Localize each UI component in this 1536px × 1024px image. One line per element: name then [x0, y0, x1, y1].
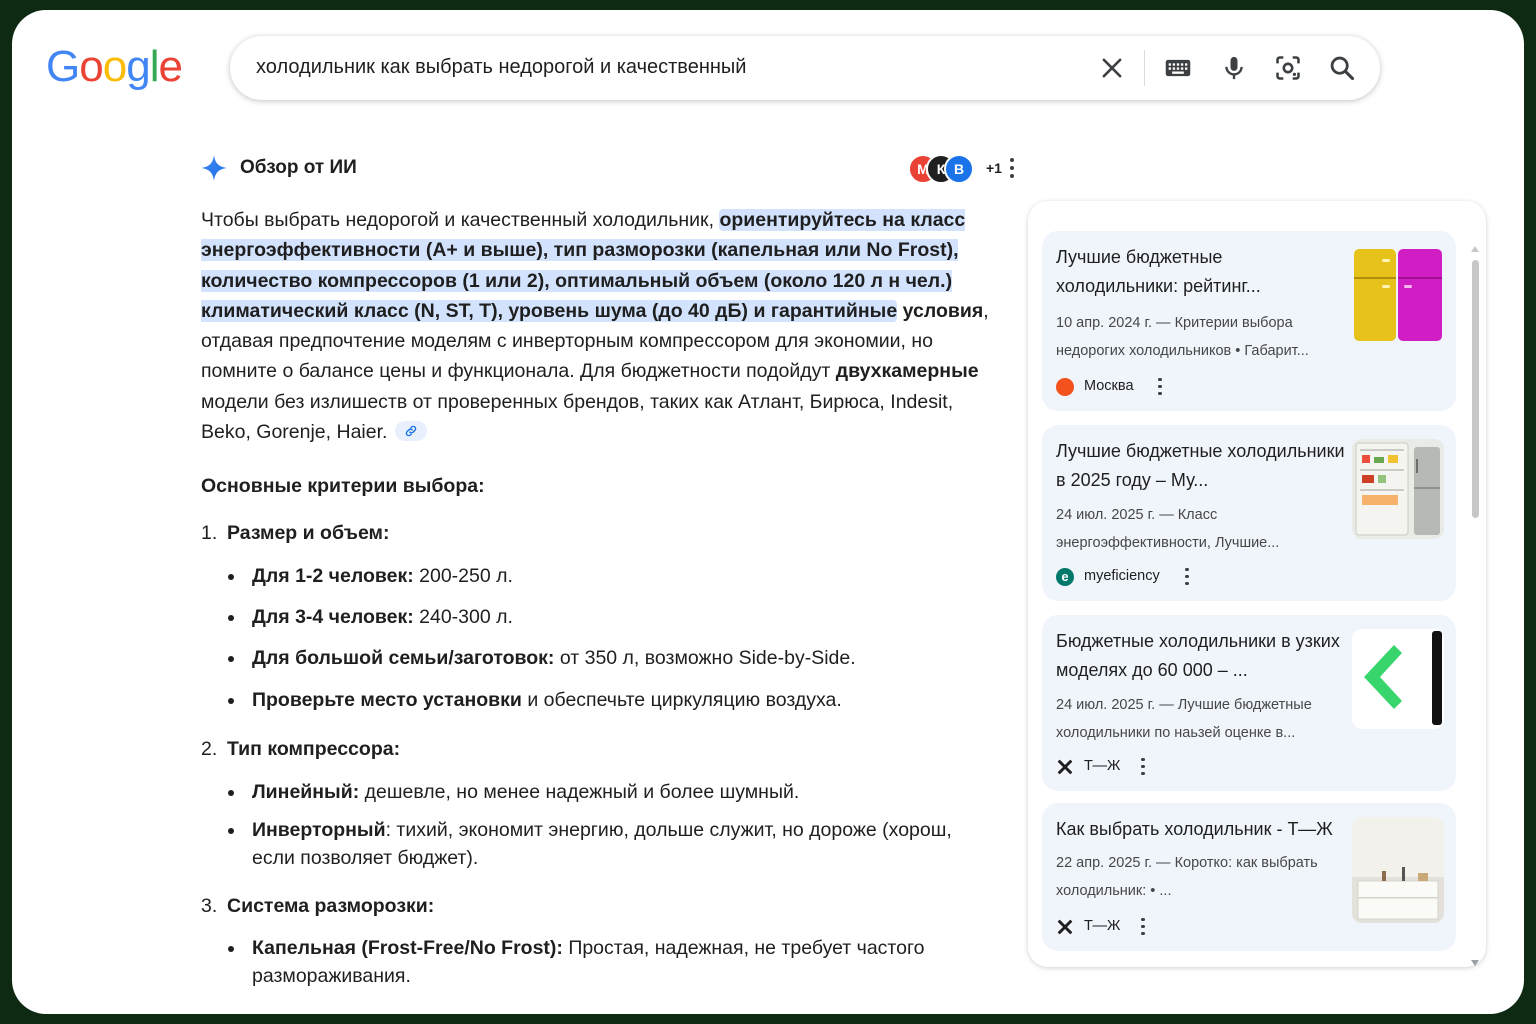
more-options-icon[interactable]	[1157, 376, 1163, 396]
source-card[interactable]: Лучшие бюджетные холодильники в 2025 год…	[1042, 425, 1456, 601]
scroll-down-arrow[interactable]	[1471, 960, 1479, 966]
more-options-icon[interactable]	[1008, 156, 1016, 180]
ai-overview-title: Обзор от ИИ	[240, 157, 357, 178]
search-icon[interactable]	[1328, 54, 1356, 82]
list-item: Для 3-4 человек: 240-300 л.	[228, 603, 972, 631]
source-card-source[interactable]: e myeficiency	[1056, 567, 1256, 587]
source-name: Т—Ж	[1084, 758, 1121, 774]
more-options-icon[interactable]	[1140, 916, 1146, 936]
source-avatar[interactable]: В	[944, 154, 974, 184]
sources-panel: Лучшие бюджетные холодильники: рейтинг..…	[1028, 201, 1486, 967]
source-card[interactable]: Как выбрать холодильник - Т—Ж 22 апр. 20…	[1042, 803, 1456, 951]
source-name: myeficiency	[1084, 568, 1160, 584]
criteria-section: 2. Тип компрессора:	[201, 738, 401, 760]
logo-letter: o	[79, 42, 104, 91]
source-card-source[interactable]: Т—Ж	[1056, 917, 1256, 937]
source-card-snippet: 10 апр. 2024 г. — Критерии выбора недоро…	[1056, 315, 1309, 359]
source-card-source[interactable]: Т—Ж	[1056, 757, 1256, 777]
source-card-title[interactable]: Лучшие бюджетные холодильники: рейтинг..…	[1056, 243, 1346, 301]
thumbnail-image[interactable]	[1352, 629, 1444, 729]
mic-icon[interactable]	[1220, 54, 1248, 82]
more-sources-count[interactable]: +1	[986, 160, 1002, 176]
summary-text: Чтобы выбрать недорогой и качественный х…	[201, 209, 720, 231]
list-item: Для большой семьи/заготовок: от 350 л, в…	[228, 644, 972, 672]
logo-letter: o	[102, 42, 128, 91]
source-avatars[interactable]: М К В +1	[908, 154, 1008, 184]
criteria-section: 1. Размер и объем:	[201, 522, 390, 544]
source-card-snippet: 22 апр. 2025 г. — Коротко: как выбрать х…	[1056, 855, 1318, 899]
ai-summary: Чтобы выбрать недорогой и качественный х…	[201, 205, 1001, 447]
logo-letter: e	[158, 42, 183, 91]
more-options-icon[interactable]	[1140, 756, 1146, 776]
more-options-icon[interactable]	[1184, 566, 1190, 586]
summary-bold: условия	[902, 299, 984, 322]
browser-window: Google холодильник как выбрать недорогой…	[12, 10, 1524, 1014]
logo-letter: G	[46, 42, 80, 91]
source-name: Москва	[1084, 378, 1134, 394]
source-card-title[interactable]: Бюджетные холодильники в узких моделях д…	[1056, 627, 1346, 685]
thumbnail-image[interactable]	[1352, 817, 1444, 923]
thumbnail-image[interactable]	[1352, 439, 1444, 539]
source-favicon	[1056, 378, 1074, 396]
panel-scrollbar[interactable]	[1470, 240, 1480, 970]
list-item: Инверторный: тихий, экономит энергию, до…	[228, 816, 972, 872]
google-logo[interactable]: Google	[46, 42, 183, 92]
source-favicon	[1057, 919, 1073, 935]
thumbnail-image[interactable]	[1352, 245, 1444, 345]
source-card[interactable]: Лучшие бюджетные холодильники: рейтинг..…	[1042, 231, 1456, 411]
source-card[interactable]: Бюджетные холодильники в узких моделях д…	[1042, 615, 1456, 791]
lens-icon[interactable]	[1274, 54, 1302, 82]
source-card-source[interactable]: Москва	[1056, 377, 1256, 397]
close-icon[interactable]	[1098, 54, 1126, 82]
source-favicon	[1057, 759, 1073, 775]
list-item: Линейный: дешевле, но менее надежный и б…	[228, 778, 972, 806]
scroll-thumb[interactable]	[1472, 260, 1479, 518]
search-box[interactable]: холодильник как выбрать недорогой и каче…	[230, 36, 1380, 100]
source-card-snippet: 24 июл. 2025 г. — Класс энергоэффективно…	[1056, 507, 1280, 551]
criteria-title: Основные критерии выбора:	[201, 475, 485, 497]
scroll-up-arrow[interactable]	[1471, 246, 1479, 252]
search-divider	[1144, 50, 1145, 86]
summary-text: модели без излишеств от проверенных брен…	[201, 390, 954, 444]
list-item: Капельная (Frost-Free/No Frost): Простая…	[228, 934, 972, 990]
summary-bold: двухкамерные	[835, 360, 979, 383]
list-item: Для 1-2 человек: 200-250 л.	[228, 562, 972, 590]
source-card-snippet: 24 июл. 2025 г. — Лучшие бюджетные холод…	[1056, 697, 1312, 741]
logo-letter: l	[149, 42, 160, 91]
ai-spark-icon	[201, 155, 227, 181]
source-name: Т—Ж	[1084, 918, 1121, 934]
source-link-chip[interactable]	[395, 420, 428, 441]
criteria-section: 3. Система разморозки:	[201, 895, 435, 917]
list-item: Проверьте место установки и обеспечьте ц…	[228, 686, 972, 714]
ai-overview-header: Обзор от ИИ М К В +1	[200, 152, 1030, 184]
logo-letter: g	[126, 42, 151, 91]
source-card-title[interactable]: Как выбрать холодильник - Т—Ж	[1056, 815, 1346, 844]
link-icon	[406, 425, 417, 437]
keyboard-icon[interactable]	[1164, 54, 1192, 82]
search-input[interactable]: холодильник как выбрать недорогой и каче…	[256, 56, 746, 79]
source-card-title[interactable]: Лучшие бюджетные холодильники в 2025 год…	[1056, 437, 1346, 495]
source-favicon: e	[1056, 568, 1074, 586]
